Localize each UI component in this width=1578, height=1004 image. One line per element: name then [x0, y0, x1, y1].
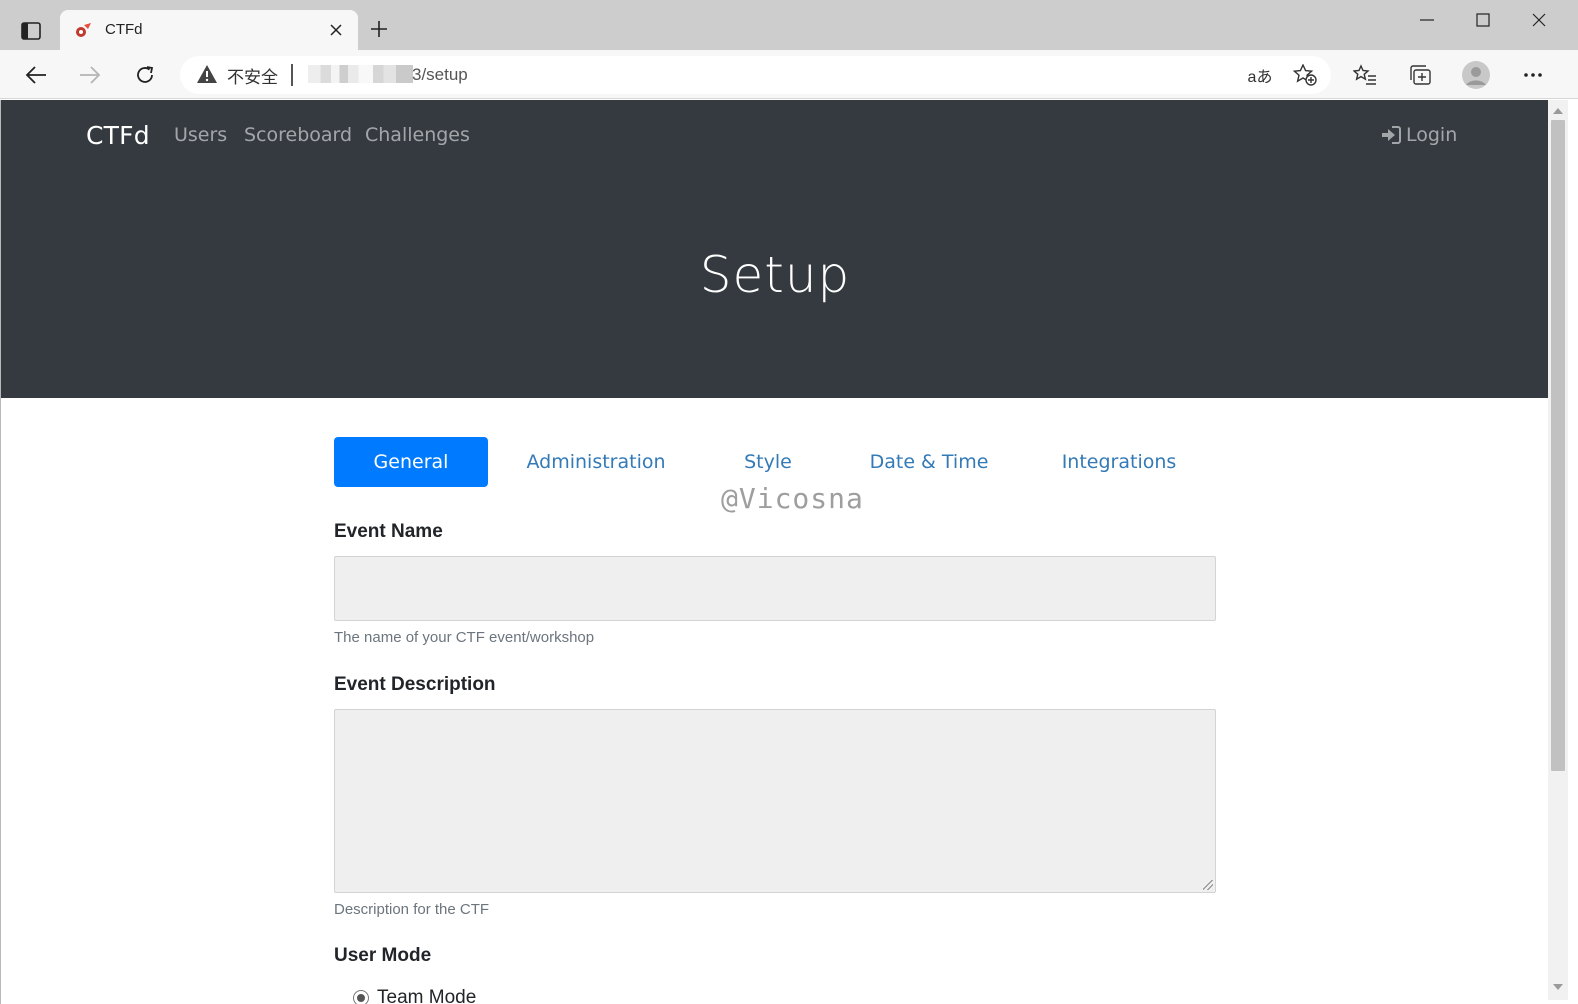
close-icon[interactable]: [326, 20, 346, 40]
address-separator: [291, 64, 293, 86]
brand-link[interactable]: CTFd: [86, 121, 150, 150]
ctfd-favicon: [75, 22, 93, 38]
plus-icon: [371, 21, 387, 37]
nav-link-scoreboard[interactable]: Scoreboard: [244, 124, 352, 146]
nav-link-users[interactable]: Users: [174, 124, 227, 146]
event-description-help: Description for the CTF: [334, 901, 490, 918]
scroll-up-icon[interactable]: [1553, 108, 1563, 114]
warning-icon[interactable]: [196, 64, 218, 86]
nav-link-challenges[interactable]: Challenges: [365, 124, 470, 146]
page-viewport: CTFd Users Scoreboard Challenges Login S…: [0, 100, 1548, 1004]
event-name-input[interactable]: [334, 556, 1216, 621]
sign-in-icon: [1382, 126, 1401, 144]
redacted-host: [308, 65, 413, 83]
team-mode-option[interactable]: Team Mode: [353, 987, 476, 1004]
profile-icon[interactable]: [1458, 58, 1494, 92]
star-plus-icon[interactable]: [1292, 62, 1318, 88]
more-icon[interactable]: [1515, 58, 1551, 92]
tab-title: CTFd: [105, 21, 143, 38]
favorites-icon[interactable]: [1347, 58, 1383, 92]
resize-grip-icon[interactable]: [1203, 880, 1213, 890]
address-url[interactable]: 3/setup: [412, 65, 468, 85]
event-description-label: Event Description: [334, 674, 496, 695]
window-edge: [1568, 100, 1578, 1004]
browser-tabstrip: CTFd: [0, 0, 1578, 50]
scroll-down-icon[interactable]: [1553, 984, 1563, 990]
login-label: Login: [1406, 124, 1458, 146]
back-arrow-icon[interactable]: [18, 58, 54, 92]
forward-arrow-icon[interactable]: [72, 58, 108, 92]
login-link[interactable]: Login: [1381, 124, 1457, 146]
window-close-button[interactable]: [1511, 0, 1567, 40]
watermark: @Vicosna: [721, 482, 864, 515]
address-bar[interactable]: 不安全 3/setup aあ: [180, 56, 1331, 94]
scroll-thumb[interactable]: [1551, 120, 1565, 771]
new-tab-button[interactable]: [364, 14, 394, 44]
translate-icon[interactable]: aあ: [1247, 62, 1273, 88]
user-mode-label: User Mode: [334, 945, 432, 966]
tab-date-time[interactable]: Date & Time: [859, 437, 999, 487]
tab-general[interactable]: General: [334, 437, 488, 487]
tab-actions-icon[interactable]: [12, 14, 50, 48]
event-description-textarea[interactable]: [334, 709, 1216, 893]
security-label[interactable]: 不安全: [227, 63, 278, 88]
collections-icon[interactable]: [1402, 58, 1438, 92]
hero-banner: CTFd Users Scoreboard Challenges Login S…: [1, 100, 1548, 398]
reload-icon[interactable]: [127, 58, 163, 92]
page-title: Setup: [699, 246, 851, 304]
event-name-label: Event Name: [334, 521, 443, 542]
event-name-help: The name of your CTF event/workshop: [334, 629, 595, 646]
team-mode-radio[interactable]: [353, 990, 369, 1004]
minimize-button[interactable]: [1399, 0, 1455, 40]
browser-toolbar: 不安全 3/setup aあ: [0, 50, 1578, 99]
tab-style[interactable]: Style: [704, 437, 832, 487]
browser-tab[interactable]: CTFd: [60, 10, 358, 50]
setup-tabs: General Administration Style Date & Time…: [334, 437, 1216, 487]
page-scrollbar[interactable]: [1548, 100, 1568, 1000]
team-mode-label: Team Mode: [377, 987, 477, 1004]
tab-integrations[interactable]: Integrations: [1049, 437, 1189, 487]
maximize-button[interactable]: [1455, 0, 1511, 40]
tab-administration[interactable]: Administration: [519, 437, 673, 487]
